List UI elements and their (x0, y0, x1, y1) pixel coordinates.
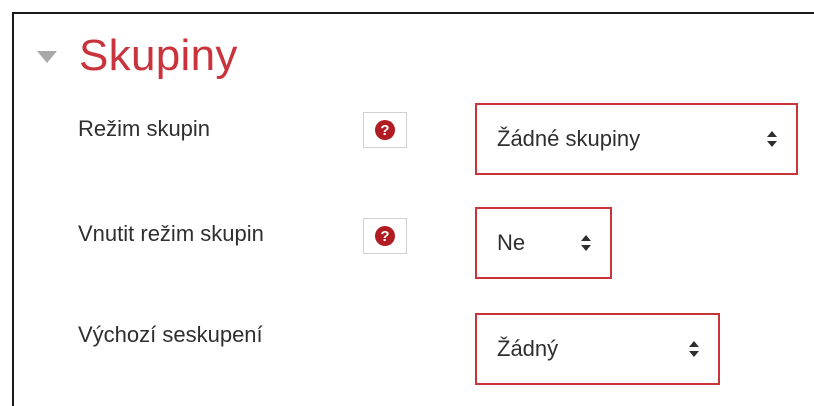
select-arrows-icon (689, 341, 699, 357)
select-arrows-icon (767, 131, 777, 147)
force-group-mode-select[interactable]: Ne (475, 207, 612, 279)
svg-text:?: ? (380, 122, 389, 139)
question-circle-icon: ? (375, 120, 395, 140)
triangle-down-icon[interactable] (37, 51, 57, 65)
section-title: Skupiny (79, 31, 238, 80)
field-label-force-group-mode: Vnutit režim skupin (78, 221, 264, 246)
force-group-mode-value: Ne (497, 230, 526, 255)
help-button-force-group-mode[interactable]: ? (363, 218, 407, 254)
question-circle-icon: ? (375, 226, 395, 246)
field-label-group-mode: Režim skupin (78, 116, 211, 141)
default-grouping-value: Žádný (497, 336, 559, 361)
group-mode-select[interactable]: Žádné skupiny (475, 103, 798, 175)
svg-text:?: ? (380, 228, 389, 245)
default-grouping-select[interactable]: Žádný (475, 313, 720, 385)
group-mode-value: Žádné skupiny (497, 126, 641, 151)
section-header[interactable]: Skupiny (37, 26, 238, 86)
select-arrows-icon (581, 235, 591, 251)
help-button-group-mode[interactable]: ? (363, 112, 407, 148)
field-label-default-grouping: Výchozí seskupení (78, 322, 263, 347)
